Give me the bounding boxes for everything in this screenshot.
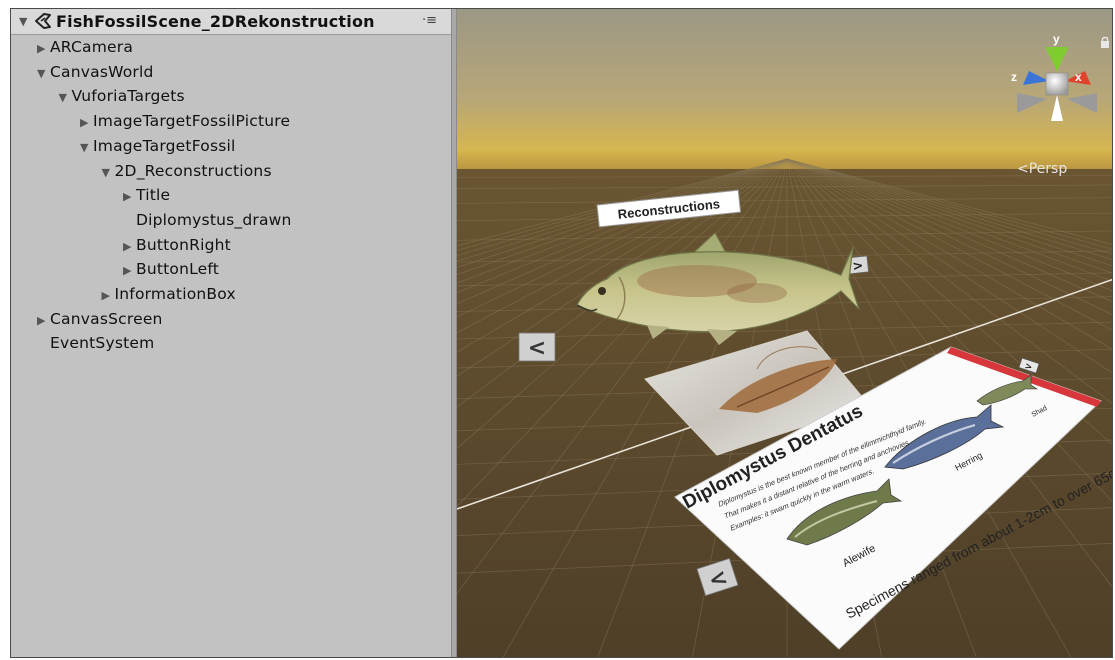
hierarchy-item[interactable]: ▶ ButtonRight <box>123 233 231 257</box>
scene-header[interactable]: ▼ FishFossilScene_2DRekonstruction ·≡ <box>11 9 451 35</box>
fold-arrow-icon[interactable]: ▶ <box>123 235 136 259</box>
hierarchy-item[interactable]: ▶ ImageTargetFossilPicture <box>80 109 290 133</box>
hierarchy-item-label: EventSystem <box>50 334 155 353</box>
gizmo-y-label: y <box>1053 32 1060 46</box>
scene-title[interactable]: FishFossilScene_2DRekonstruction <box>56 12 375 31</box>
unity-editor: ▼ FishFossilScene_2DRekonstruction ·≡ ▶ A… <box>10 8 1113 658</box>
unity-scene-icon <box>35 13 51 29</box>
projection-label[interactable]: <Persp <box>1017 161 1067 177</box>
hierarchy-item[interactable]: ▶ ButtonLeft <box>123 257 219 281</box>
hierarchy-item[interactable]: Diplomystus_drawn <box>123 208 292 232</box>
hierarchy-item[interactable]: ▼ 2D_Reconstructions <box>102 159 272 183</box>
sky <box>457 9 1112 175</box>
hierarchy-item-label: Title <box>136 186 171 205</box>
scene-fold-arrow[interactable]: ▼ <box>19 15 27 28</box>
button-left[interactable]: < <box>518 332 556 362</box>
hierarchy-item[interactable]: ▼ VuforiaTargets <box>59 84 185 108</box>
scene-view[interactable]: Reconstructions > < > Diplomystus Dentat… <box>457 9 1113 658</box>
hierarchy-item[interactable]: ▶ ARCamera <box>37 35 133 59</box>
gizmo-center-cube <box>1045 72 1069 96</box>
hierarchy-item-label: ButtonRight <box>136 235 231 254</box>
hierarchy-item-label: ButtonLeft <box>136 260 220 279</box>
fold-arrow-icon[interactable]: ▼ <box>59 86 72 110</box>
button-right-label: > <box>852 258 864 274</box>
fold-arrow-icon[interactable]: ▼ <box>102 161 115 185</box>
hierarchy-item[interactable]: EventSystem <box>37 331 154 355</box>
hierarchy-item[interactable]: ▼ ImageTargetFossil <box>80 134 236 158</box>
hierarchy-item[interactable]: ▶ Title <box>123 183 170 207</box>
hierarchy-item-label: ImageTargetFossilPicture <box>93 112 291 131</box>
hierarchy-item[interactable]: ▼ CanvasWorld <box>37 60 154 84</box>
scene-canvas[interactable]: Reconstructions > < > Diplomystus Dentat… <box>457 9 1113 658</box>
fold-arrow-icon[interactable]: ▶ <box>37 309 50 333</box>
gizmo-z-label: z <box>1011 70 1017 84</box>
hierarchy-item-label: ARCamera <box>50 38 134 56</box>
hierarchy-item-label: CanvasWorld <box>50 62 154 81</box>
hierarchy-item-label: VuforiaTargets <box>71 87 185 106</box>
fold-arrow-icon[interactable]: ▶ <box>80 111 93 135</box>
scene-menu-icon[interactable]: ·≡ <box>422 13 437 28</box>
hierarchy-item-label: ImageTargetFossil <box>93 136 236 155</box>
fold-arrow-icon[interactable]: ▼ <box>80 136 93 160</box>
fold-arrow-icon[interactable]: ▶ <box>123 259 136 283</box>
fold-arrow-icon[interactable]: ▶ <box>123 185 136 209</box>
button-left-label: < <box>528 336 546 361</box>
hierarchy-item-label: InformationBox <box>114 285 236 303</box>
hierarchy-item[interactable]: ▶ InformationBox <box>102 282 236 306</box>
fold-arrow-icon[interactable]: ▶ <box>102 284 115 308</box>
hierarchy-panel: ▼ FishFossilScene_2DRekonstruction ·≡ ▶ A… <box>11 9 451 657</box>
gizmo-x-label: x <box>1075 70 1082 84</box>
hierarchy-item-label: 2D_Reconstructions <box>114 161 272 180</box>
fold-arrow-icon[interactable]: ▶ <box>37 37 50 61</box>
fold-arrow-icon[interactable]: ▼ <box>37 62 50 86</box>
hierarchy-item-label: Diplomystus_drawn <box>136 210 292 229</box>
hierarchy-item[interactable]: ▶ CanvasScreen <box>37 307 163 331</box>
hierarchy-item-label: CanvasScreen <box>50 309 163 328</box>
